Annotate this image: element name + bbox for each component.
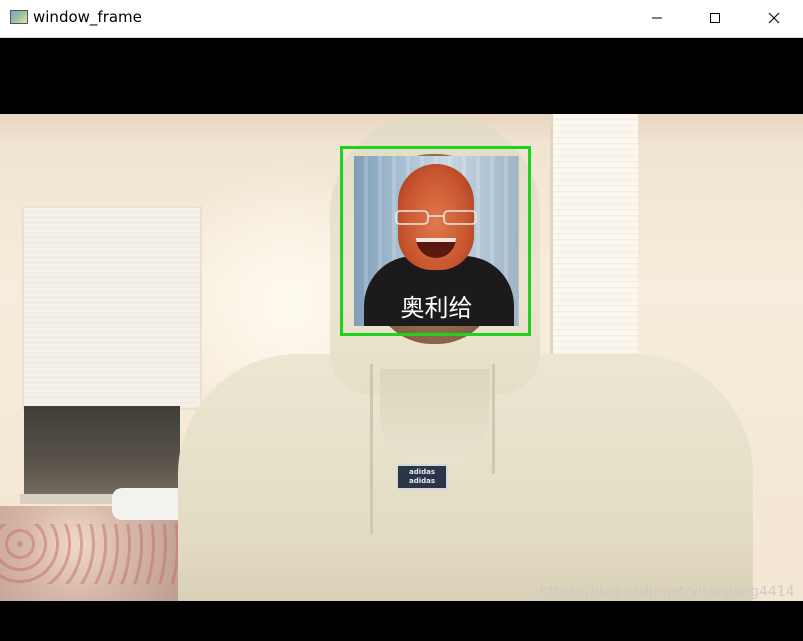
window-title: window_frame <box>33 8 142 26</box>
minimize-button[interactable] <box>628 0 686 36</box>
hoodie-logo: adidas adidas <box>396 464 448 490</box>
hoodie-string-right <box>492 364 495 474</box>
maximize-button[interactable] <box>686 0 744 36</box>
hoodie-string-left <box>370 364 373 534</box>
window-blind-right <box>550 114 638 376</box>
hoodie-logo-text-bottom: adidas <box>408 477 436 485</box>
close-button[interactable] <box>745 0 803 36</box>
maximize-icon <box>710 13 720 23</box>
title-bar[interactable]: window_frame <box>0 0 803 38</box>
hoodie-logo-text-top: adidas <box>408 468 436 476</box>
video-frame: adidas adidas 奥利给 https://blog.csdn.net/… <box>0 38 803 641</box>
window-blind-left <box>22 206 202 410</box>
app-image-icon <box>10 10 28 24</box>
app-window: window_frame adidas adidas 奥利给 https://b… <box>0 0 803 641</box>
watermark-text: https://blog.csdn.net/yitanjiong4414 <box>540 584 795 600</box>
close-icon <box>768 12 780 24</box>
detection-label: 奥利给 <box>400 294 473 322</box>
glasses-icon <box>395 210 477 225</box>
minimize-icon <box>652 17 662 19</box>
bed-pattern <box>0 524 185 584</box>
face-overlay-image: 奥利给 <box>354 156 519 326</box>
